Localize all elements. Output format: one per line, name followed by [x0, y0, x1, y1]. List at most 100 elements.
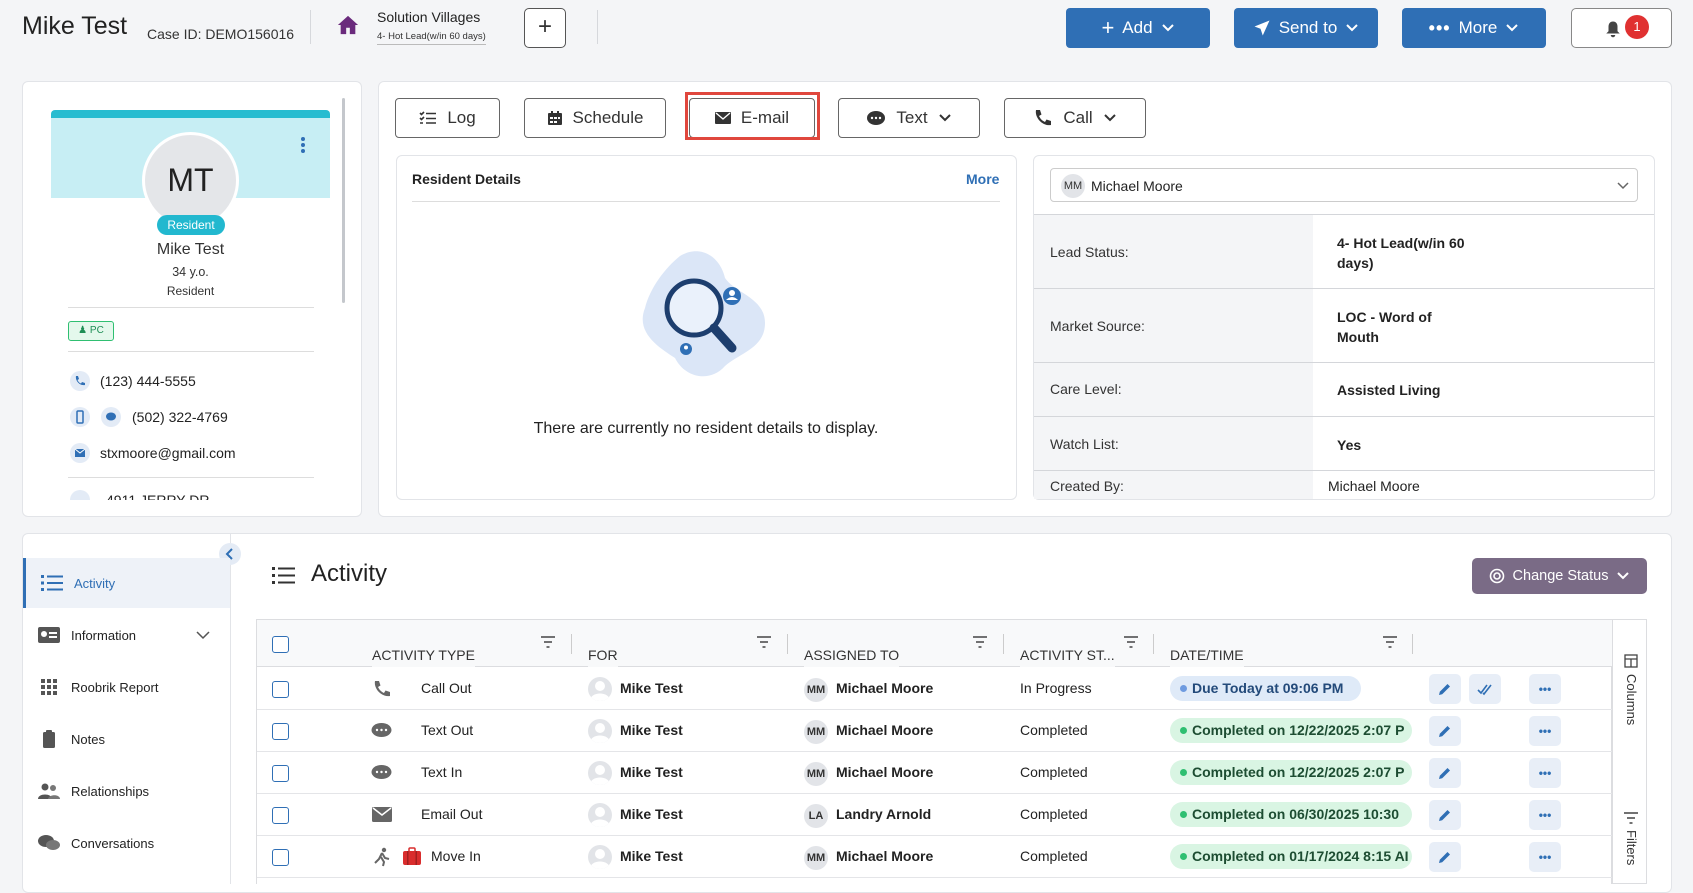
sidebar-item-label: Roobrik Report [71, 679, 159, 695]
row-more-button[interactable]: ••• [1529, 758, 1561, 788]
edit-button[interactable] [1429, 758, 1461, 788]
resident-details-more-link[interactable]: More [966, 171, 999, 187]
filter-icon[interactable] [973, 636, 987, 648]
sidebar-item-relationships[interactable]: Relationships [23, 766, 230, 816]
columns-tab[interactable]: Columns [1613, 620, 1648, 740]
phone-number[interactable]: (123) 444-5555 [100, 373, 196, 389]
filter-icon[interactable] [757, 636, 771, 648]
status-dot [1180, 853, 1187, 860]
filter-icon[interactable] [1383, 636, 1397, 648]
activity-for[interactable]: Mike Test [620, 722, 683, 738]
change-status-button[interactable]: Change Status [1472, 558, 1647, 594]
column-divider[interactable] [787, 634, 788, 654]
community-lead-status[interactable]: 4- Hot Lead(w/in 60 days) [377, 31, 486, 45]
send-to-button[interactable]: Send to [1234, 8, 1378, 48]
call-button[interactable]: Call [1004, 98, 1146, 138]
table-row[interactable]: Text In Mike Test MM Michael Moore Compl… [257, 752, 1613, 794]
column-header-date-time[interactable]: DATE/TIME [1170, 620, 1244, 667]
activity-for[interactable]: Mike Test [620, 806, 683, 822]
row-more-button[interactable]: ••• [1529, 842, 1561, 872]
log-button[interactable]: Log [395, 98, 500, 138]
column-divider[interactable] [1412, 634, 1413, 654]
notifications-button[interactable] [1571, 8, 1672, 48]
activity-type: Text Out [421, 722, 474, 738]
activity-type: Call Out [421, 680, 472, 696]
filters-tab[interactable]: Filters [1613, 800, 1648, 885]
sidebar-item-activity[interactable]: Activity [23, 558, 230, 608]
ellipsis-icon: ••• [1538, 850, 1552, 864]
list-icon [41, 575, 63, 591]
column-header-assigned-to[interactable]: ASSIGNED TO [804, 620, 900, 667]
row-checkbox[interactable] [272, 849, 289, 866]
sidebar-item-notes[interactable]: Notes [23, 714, 230, 764]
send-to-label: Send to [1278, 18, 1338, 37]
pencil-icon [1439, 768, 1450, 779]
edit-button[interactable] [1429, 800, 1461, 830]
mobile-icon [70, 407, 90, 427]
activity-status: Completed [1020, 764, 1088, 780]
edit-button[interactable] [1429, 842, 1461, 872]
mobile-number[interactable]: (502) 322-4769 [132, 409, 228, 425]
pencil-icon [1439, 810, 1450, 821]
status-dot [1180, 811, 1187, 818]
row-checkbox[interactable] [272, 681, 289, 698]
filter-icon[interactable] [541, 636, 555, 648]
table-row[interactable]: Text Out Mike Test MM Michael Moore Comp… [257, 710, 1613, 752]
column-header-activity-type[interactable]: ACTIVITY TYPE [372, 620, 475, 667]
table-row[interactable]: Move In Mike Test MM Michael Moore Compl… [257, 836, 1613, 878]
table-row[interactable]: Email Out Mike Test LA Landry Arnold Com… [257, 794, 1613, 836]
select-all-checkbox[interactable] [272, 636, 289, 653]
list-icon [272, 567, 295, 584]
chevron-down-icon [196, 631, 210, 640]
activity-for[interactable]: Mike Test [620, 764, 683, 780]
add-button[interactable]: + Add [1066, 8, 1210, 48]
filter-icon[interactable] [1124, 636, 1138, 648]
row-checkbox[interactable] [272, 807, 289, 824]
person-avatar [588, 719, 612, 743]
more-button[interactable]: ••• More [1402, 8, 1546, 48]
row-more-button[interactable]: ••• [1529, 800, 1561, 830]
pencil-icon [1439, 852, 1450, 863]
sidebar-item-roobrik-report[interactable]: Roobrik Report [23, 662, 230, 712]
paper-plane-icon [1254, 20, 1270, 36]
phone-icon [374, 681, 390, 697]
suitcase-icon [403, 847, 421, 865]
column-divider[interactable] [1003, 634, 1004, 654]
add-community-button[interactable]: + [524, 8, 566, 48]
column-header-for[interactable]: FOR [588, 620, 618, 667]
assignee-avatar: LA [804, 804, 828, 828]
more-label: More [1458, 18, 1498, 37]
text-button[interactable]: Text [838, 98, 980, 138]
sms-icon[interactable] [101, 407, 121, 427]
column-divider[interactable] [571, 634, 572, 654]
assignee-select[interactable]: MM Michael Moore [1050, 168, 1638, 202]
sidebar-item-information[interactable]: Information [23, 610, 230, 660]
assigned-to: Michael Moore [836, 680, 934, 696]
row-more-button[interactable]: ••• [1529, 716, 1561, 746]
edit-button[interactable] [1429, 716, 1461, 746]
email-address[interactable]: stxmoore@gmail.com [100, 445, 236, 461]
profile-scrollbar[interactable] [342, 98, 345, 303]
kebab-menu-icon[interactable] [300, 136, 306, 154]
row-more-button[interactable]: ••• [1529, 674, 1561, 704]
filters-tab-label: Filters [1624, 830, 1639, 866]
assigned-to: Michael Moore [836, 848, 934, 864]
activity-for[interactable]: Mike Test [620, 680, 683, 696]
row-checkbox[interactable] [272, 765, 289, 782]
plus-icon: + [1101, 15, 1115, 40]
pc-tag: ♟ PC [68, 321, 114, 341]
sidebar-item-conversations[interactable]: Conversations [23, 818, 230, 868]
case-id: Case ID: DEMO156016 [147, 26, 295, 42]
community-name[interactable]: Solution Villages [377, 9, 480, 25]
sidebar-item-label: Relationships [71, 783, 150, 799]
table-row[interactable]: Call Out Mike Test MM Michael Moore In P… [257, 668, 1613, 710]
activity-for[interactable]: Mike Test [620, 848, 683, 864]
edit-button[interactable] [1429, 674, 1461, 704]
status-badge: Completed on 01/17/2024 8:15 AI [1170, 844, 1412, 869]
schedule-button[interactable]: Schedule [524, 98, 666, 138]
column-header-activity-status[interactable]: ACTIVITY ST... [1020, 620, 1115, 667]
column-divider[interactable] [1153, 634, 1154, 654]
row-checkbox[interactable] [272, 723, 289, 740]
text-label: Text [896, 108, 928, 127]
complete-button[interactable] [1469, 674, 1501, 704]
